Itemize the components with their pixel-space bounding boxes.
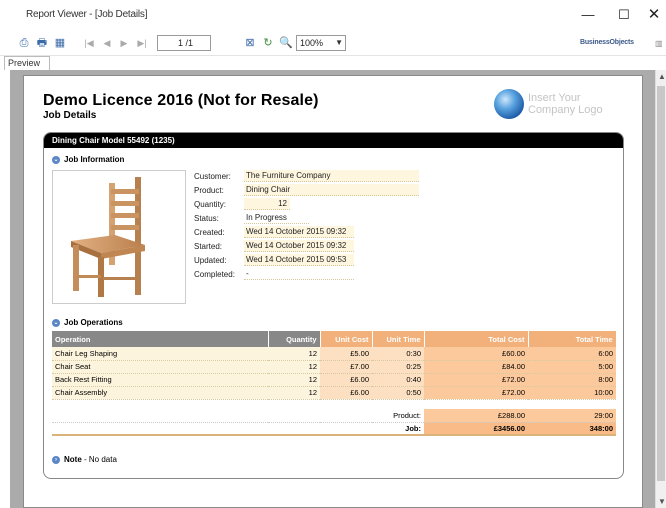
tab-preview[interactable]: Preview [4,56,50,70]
chevron-right-icon: › [52,455,60,464]
toolbar: ⎙ 🖶 ▦ |◀ ◀ ▶ ▶| 1 /1 ⊠ ↻ 🔍 100% ▼ Busine… [0,30,666,56]
column-header: Total Time [528,331,617,347]
close-button[interactable]: ✕ [640,4,666,26]
chevron-down-icon: ▼ [335,38,343,47]
table-header-row: Operation Quantity Unit Cost Unit Time T… [52,331,617,347]
note-text: - No data [81,455,117,464]
company-logo-placeholder: Insert Your Company Logo [494,86,624,126]
chevron-down-icon: ⌄ [52,318,60,327]
scroll-down-icon[interactable]: ▼ [658,497,666,506]
zoom-select[interactable]: 100% ▼ [296,35,346,51]
product-total-row: Product: £288.00 29:00 [52,409,616,423]
group-tree-icon[interactable]: ▦ [54,35,66,51]
scroll-thumb[interactable] [657,86,665,481]
table-row: Back Rest Fitting 12 £6.00 0:40 £72.00 8… [52,373,616,387]
job-panel: Dining Chair Model 55492 (1235) ⌄ Job Inf… [43,132,624,479]
refresh-icon[interactable]: ↻ [262,35,274,51]
globe-icon [494,89,524,119]
chevron-down-icon: ⌄ [52,155,60,164]
report-viewer-area: Demo Licence 2016 (Not for Resale) Job D… [10,70,656,508]
table-row: Chair Seat 12 £7.00 0:25 £84.00 5:00 [52,360,616,374]
logo-text-line2: Company Logo [528,104,603,116]
column-header: Unit Time [372,331,425,347]
report-subtitle: Job Details [43,110,97,121]
page-number-input[interactable]: 1 /1 [157,35,211,51]
job-information-heading[interactable]: ⌄ Job Information [52,155,124,164]
print-icon[interactable]: 🖶 [36,35,48,51]
job-operations-heading[interactable]: ⌄ Job Operations [52,318,123,327]
maximize-button[interactable]: ☐ [610,4,638,26]
logo-text-line1: Insert Your [528,92,581,104]
zoom-value: 100% [300,38,324,48]
report-page: Demo Licence 2016 (Not for Resale) Job D… [23,75,643,508]
note-heading[interactable]: › Note - No data [52,455,117,464]
job-total-row: Job: £3456.00 348:00 [52,422,616,436]
vertical-scrollbar[interactable]: ▲ ▼ [655,70,666,508]
first-page-icon[interactable]: |◀ [84,35,94,51]
last-page-icon[interactable]: ▶| [137,35,147,51]
column-header: Operation [52,331,269,347]
window-title-bar: Report Viewer - [Job Details] — ☐ ✕ [0,0,666,30]
panel-title: Dining Chair Model 55492 (1235) [44,133,623,148]
businessobjects-logo: BusinessObjects [580,39,634,46]
next-page-icon[interactable]: ▶ [120,35,128,51]
table-row: Chair Assembly 12 £6.00 0:50 £72.00 10:0… [52,386,616,400]
operations-table: Operation Quantity Unit Cost Unit Time T… [52,331,617,436]
product-image [52,170,186,304]
close-view-icon[interactable]: ⊠ [244,35,256,51]
previous-page-icon[interactable]: ◀ [103,35,111,51]
column-header: Unit Cost [320,331,373,347]
scroll-up-icon[interactable]: ▲ [658,72,666,81]
table-row: Chair Leg Shaping 12 £5.00 0:30 £60.00 6… [52,347,616,361]
column-header: Total Cost [424,331,529,347]
search-icon[interactable]: 🔍 [279,35,293,51]
report-title: Demo Licence 2016 (Not for Resale) [43,92,319,109]
tab-strip: Preview [0,56,666,70]
chair-icon [71,177,145,297]
export-icon[interactable]: ⎙ [18,35,30,51]
minimize-button[interactable]: — [574,4,602,26]
window-title: Report Viewer - [Job Details] [26,9,148,20]
toolbar-overflow-icon[interactable]: ▥ [655,39,663,48]
column-header: Quantity [268,331,321,347]
